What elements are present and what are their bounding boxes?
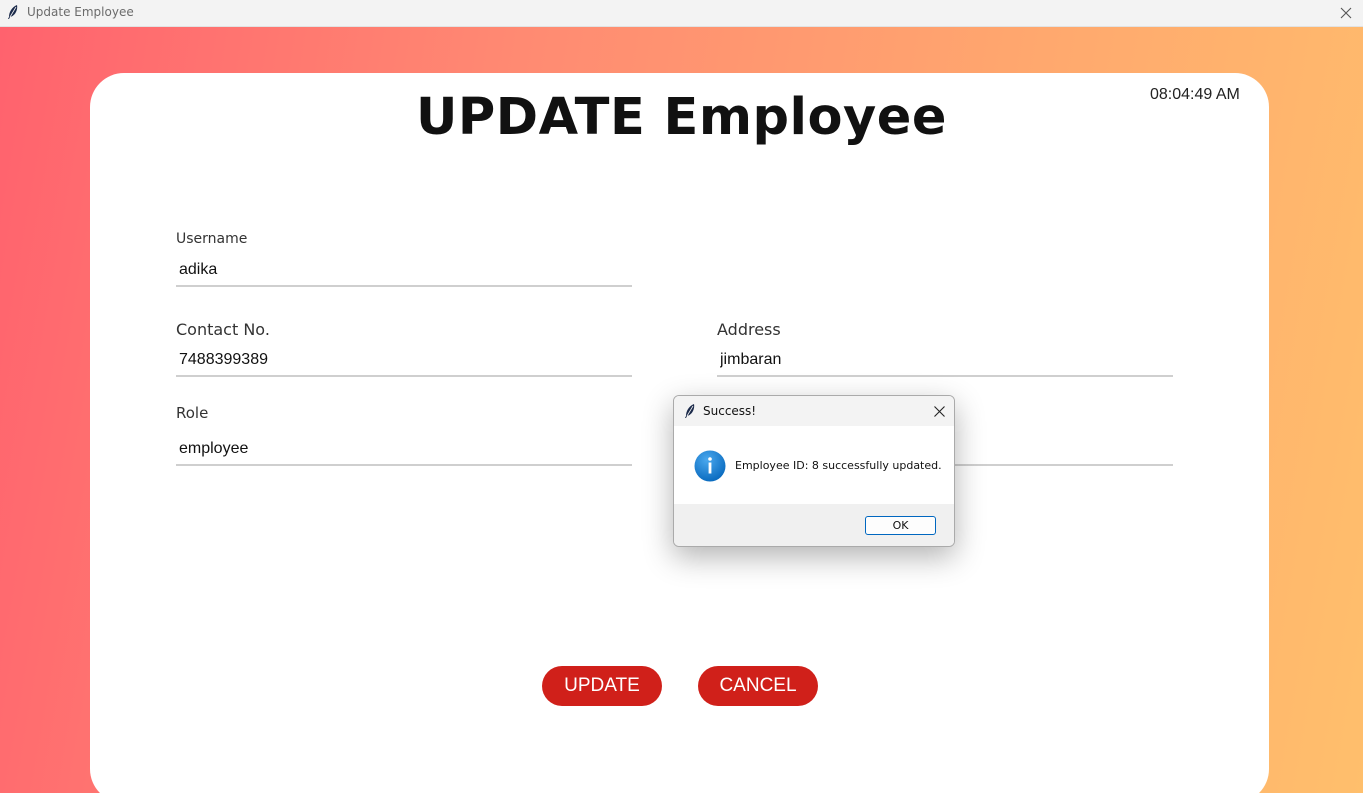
contact-label: Contact No.	[176, 320, 270, 339]
cancel-button[interactable]: CANCEL	[698, 666, 818, 706]
ok-button[interactable]: OK	[865, 516, 936, 535]
window-title: Update Employee	[27, 5, 134, 19]
feather-icon	[8, 5, 18, 19]
address-field[interactable]	[717, 345, 1176, 377]
contact-input[interactable]	[176, 345, 635, 375]
username-label: Username	[176, 231, 248, 247]
window-titlebar: Update Employee	[0, 0, 1363, 27]
dialog-title: Success!	[703, 404, 757, 418]
page-title: UPDATE Employee	[416, 88, 947, 147]
window-close-button[interactable]	[1329, 0, 1363, 26]
username-input[interactable]	[176, 255, 635, 285]
feather-icon	[685, 404, 695, 418]
username-field[interactable]	[176, 255, 635, 287]
role-field[interactable]	[176, 434, 635, 466]
address-input[interactable]	[717, 345, 1176, 375]
dialog-close-button[interactable]	[924, 396, 954, 426]
dialog-titlebar: Success!	[674, 396, 954, 426]
close-icon	[1340, 7, 1352, 19]
role-input[interactable]	[176, 434, 635, 464]
update-button[interactable]: UPDATE	[542, 666, 662, 706]
role-label: Role	[176, 404, 209, 422]
address-label: Address	[717, 320, 781, 339]
contact-field[interactable]	[176, 345, 635, 377]
dialog-message: Employee ID: 8 successfully updated.	[735, 459, 942, 472]
info-icon	[694, 450, 726, 482]
success-dialog: Success! Employee ID: 8 successfully upd…	[673, 395, 955, 547]
close-icon	[933, 405, 945, 417]
